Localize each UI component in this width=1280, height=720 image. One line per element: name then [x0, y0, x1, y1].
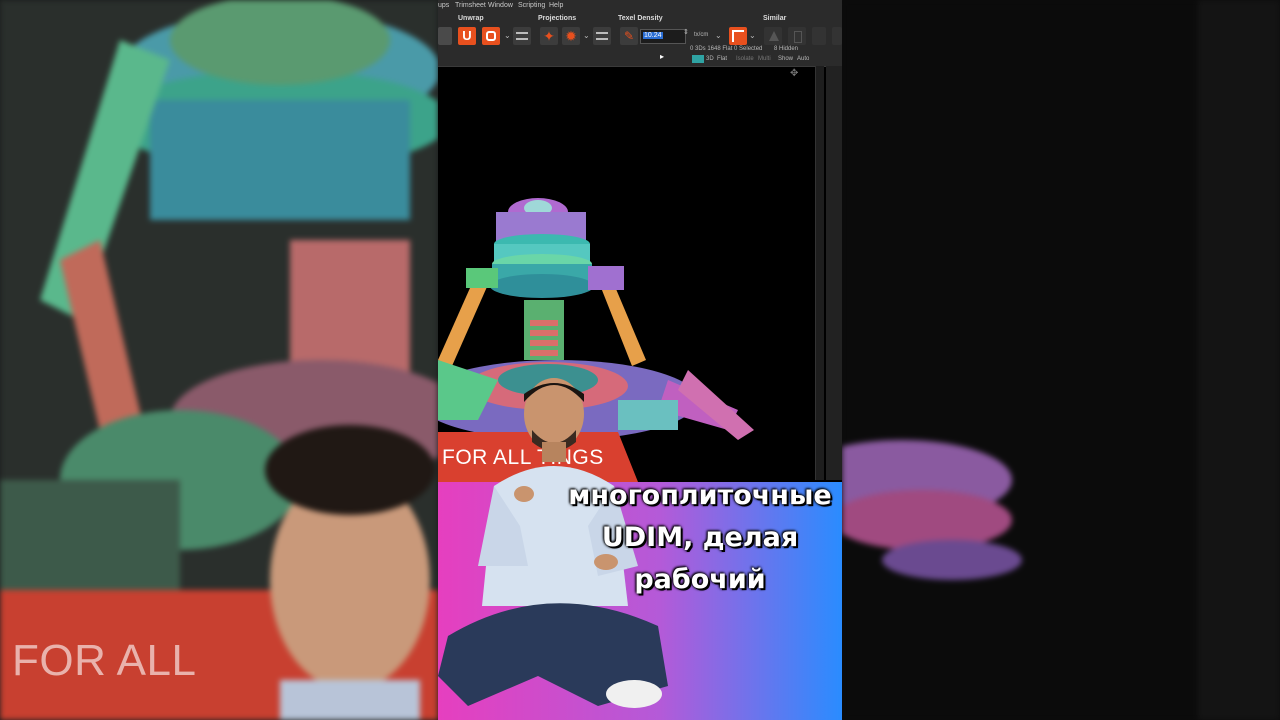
menu-item-groups[interactable]: ups — [438, 2, 449, 9]
menu-item-trimsheet[interactable]: Trimsheet — [455, 2, 486, 9]
projection-box-icon[interactable]: ✹ — [562, 27, 580, 45]
view-mode-flat[interactable]: Flat — [717, 56, 727, 62]
view-mode-multi[interactable]: Multi — [758, 56, 771, 62]
auto-toggle[interactable]: Auto — [797, 56, 809, 62]
gizmo-icon[interactable]: ✥ — [790, 68, 798, 79]
view-mode-active[interactable] — [692, 55, 704, 63]
sliders-icon[interactable] — [593, 27, 611, 45]
similar-tree-icon[interactable] — [788, 27, 806, 45]
left-blurred-background: FOR ALL — [0, 0, 438, 720]
subtitle-line-2: UDIM, делая — [601, 522, 799, 553]
similar-select-icon[interactable] — [764, 27, 782, 45]
view-mode-isolate[interactable]: Isolate — [736, 56, 754, 62]
chevron-down-icon[interactable]: ⌄ — [583, 31, 590, 40]
chevron-down-icon[interactable]: ⌄ — [749, 31, 756, 40]
video-panel: ups Trimsheet Window Scripting Help Unwr… — [438, 0, 842, 720]
optimize-icon[interactable] — [482, 27, 500, 45]
projection-planar-icon[interactable]: ✦ — [540, 27, 558, 45]
similar-extra-icon[interactable] — [832, 27, 842, 45]
texel-density-value: 10.24 — [643, 32, 663, 39]
apply-texel-icon[interactable] — [729, 27, 747, 45]
subtitle-line-1: многоплиточные — [568, 480, 832, 511]
menu-item-window[interactable]: Window — [488, 2, 513, 9]
similar-section-label: Similar — [763, 15, 787, 22]
unwrap-icon[interactable]: U — [458, 27, 476, 45]
view-mode-3d[interactable]: 3D — [706, 56, 714, 62]
chevron-down-icon[interactable]: ⌄ — [504, 31, 511, 40]
menu-item-scripting[interactable]: Scripting — [518, 2, 545, 9]
eyedropper-icon[interactable]: ✎ — [620, 27, 638, 45]
subtitle-line-3: рабочий — [634, 564, 766, 595]
texel-density-input[interactable]: 10.24 — [640, 29, 686, 44]
projections-section-label: Projections — [538, 15, 577, 22]
unit-select[interactable]: tx/cm — [694, 32, 708, 38]
uv-editor-toolbar: ups Trimsheet Window Scripting Help Unwr… — [438, 0, 842, 67]
hidden-count: 8 Hidden — [774, 46, 799, 52]
side-panel-strip — [826, 66, 842, 480]
mouse-cursor-icon: ▸ — [660, 52, 665, 61]
texel-density-section-label: Texel Density — [618, 15, 663, 22]
similar-shape-icon[interactable] — [812, 27, 826, 45]
viewport-ruler — [815, 66, 824, 480]
right-blurred-background — [842, 0, 1280, 720]
selection-stats: 0 3Ds 1648 Flat 0 Selected — [690, 46, 763, 52]
menu-item-help[interactable]: Help — [549, 2, 563, 9]
show-toggle[interactable]: Show — [778, 56, 793, 62]
sliders-icon[interactable] — [513, 27, 531, 45]
stepper-icon[interactable]: ⇕ — [683, 28, 689, 36]
settings-icon[interactable] — [438, 27, 452, 45]
unwrap-section-label: Unwrap — [458, 15, 484, 22]
chevron-down-icon[interactable]: ⌄ — [715, 31, 722, 40]
machine-illustration-right — [842, 0, 1280, 720]
machine-illustration-left — [0, 0, 438, 720]
left-banner-text: FOR ALL — [12, 636, 197, 685]
